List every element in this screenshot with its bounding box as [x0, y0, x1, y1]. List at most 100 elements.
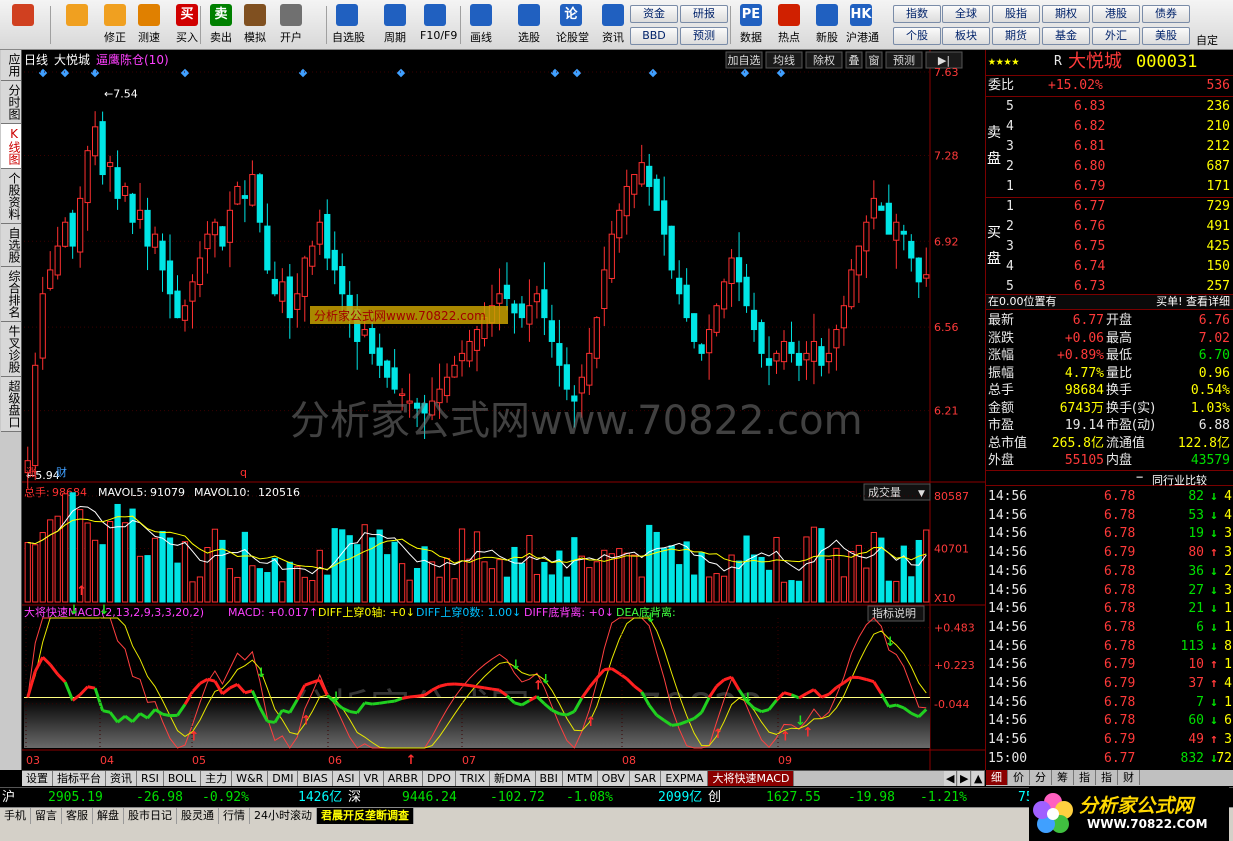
quick-button-11[interactable]: 板块: [942, 27, 990, 45]
expand-icon[interactable]: ▲: [972, 771, 986, 786]
quick-button-2[interactable]: BBD: [630, 27, 678, 45]
toolbar-button-9[interactable]: 周期: [380, 4, 410, 48]
news-headline[interactable]: 君晨开反垄断调查: [317, 808, 414, 824]
status-item-4[interactable]: 股市日记: [124, 808, 177, 824]
quick-button-10[interactable]: 个股: [893, 27, 941, 45]
event-label-finance[interactable]: 财: [56, 465, 67, 479]
quote-tab-2[interactable]: 分: [1030, 770, 1052, 785]
toolbar-button-8[interactable]: 自选股: [332, 4, 365, 48]
status-item-1[interactable]: 留言: [31, 808, 62, 824]
stat-value: 6.70: [1198, 348, 1230, 363]
indicator-tab-5[interactable]: 主力: [201, 771, 233, 786]
indicator-tab-11[interactable]: ARBR: [383, 771, 424, 786]
toolbar-button-15[interactable]: PE 数据: [736, 4, 766, 48]
quote-tab-6[interactable]: 财: [1118, 770, 1140, 785]
indicator-tab-1[interactable]: 指标平台: [53, 771, 106, 786]
quote-tab-5[interactable]: 指: [1096, 770, 1118, 785]
volume-bar: [578, 555, 585, 603]
left-tab-3[interactable]: 个股资料: [1, 169, 21, 224]
quote-tab-0[interactable]: 细: [986, 770, 1008, 785]
indicator-tab-10[interactable]: VR: [359, 771, 384, 786]
indicator-tab-13[interactable]: TRIX: [455, 771, 491, 786]
kline-chart-svg[interactable]: 日线 大悦城 逼鹰陈仓(10) 加自选 均线 除权叠窗预测 ▶|7.637.286.926.…: [22, 50, 985, 770]
scroll-right-icon[interactable]: ▶: [958, 771, 972, 786]
quick-button-0[interactable]: 资金: [630, 5, 678, 23]
quick-button-1[interactable]: 研报: [680, 5, 728, 23]
candle-body: [84, 150, 91, 204]
indicator-tab-8[interactable]: BIAS: [298, 771, 333, 786]
left-tab-4[interactable]: 自选股: [1, 224, 21, 267]
custom-button[interactable]: 自定: [1196, 32, 1218, 48]
quick-button-5[interactable]: 全球: [942, 5, 990, 23]
quick-button-9[interactable]: 债券: [1142, 5, 1190, 23]
toolbar-button-2[interactable]: 修正: [100, 4, 130, 48]
collapse-icon[interactable]: −: [1136, 470, 1143, 484]
quick-button-6[interactable]: 股指: [992, 5, 1040, 23]
indicator-tab-17[interactable]: OBV: [597, 771, 630, 786]
indicator-tab-16[interactable]: MTM: [562, 771, 598, 786]
buy-signal-arrow-icon: ↑: [406, 753, 417, 768]
indicator-tab-20[interactable]: 大将快速MACD: [708, 771, 795, 786]
indicator-tab-15[interactable]: BBI: [535, 771, 563, 786]
toolbar-button-0[interactable]: [8, 4, 38, 48]
candle-body: [264, 225, 271, 271]
indicator-tab-6[interactable]: W&R: [232, 771, 269, 786]
toolbar-button-12[interactable]: 选股: [514, 4, 544, 48]
indicator-tab-14[interactable]: 新DMA: [490, 771, 536, 786]
event-label-rise[interactable]: 涨: [26, 466, 37, 479]
volume-bar: [780, 581, 788, 603]
left-tab-6[interactable]: 牛叉诊股: [1, 322, 21, 377]
toolbar-button-4[interactable]: 买买入: [172, 4, 202, 48]
toolbar-button-6[interactable]: 模拟: [240, 4, 270, 48]
toolbar-button-5[interactable]: 卖卖出: [206, 4, 236, 48]
toolbar-button-10[interactable]: F10/F9: [420, 4, 457, 48]
indicator-tab-9[interactable]: ASI: [332, 771, 360, 786]
quick-button-8[interactable]: 港股: [1092, 5, 1140, 23]
indicator-tab-3[interactable]: RSI: [137, 771, 164, 786]
left-tab-5[interactable]: 综合排名: [1, 267, 21, 322]
event-label-q[interactable]: q: [240, 466, 247, 479]
quick-button-14[interactable]: 外汇: [1092, 27, 1140, 45]
toolbar-button-18[interactable]: HK 沪港通: [846, 4, 879, 48]
industry-compare-button[interactable]: 同行业比较: [1152, 472, 1207, 488]
toolbar-button-1[interactable]: [62, 4, 92, 48]
indicator-tab-7[interactable]: DMI: [268, 771, 299, 786]
quote-tab-3[interactable]: 筹: [1052, 770, 1074, 785]
left-tab-0[interactable]: 应用: [1, 50, 21, 81]
quick-button-4[interactable]: 指数: [893, 5, 941, 23]
quote-tab-4[interactable]: 指: [1074, 770, 1096, 785]
quick-button-15[interactable]: 美股: [1142, 27, 1190, 45]
left-tab-1[interactable]: 分时图: [1, 81, 21, 124]
toolbar-button-11[interactable]: 画线: [466, 4, 496, 48]
status-item-7[interactable]: 24小时滚动: [250, 808, 317, 824]
status-item-6[interactable]: 行情: [219, 808, 250, 824]
indicator-tab-19[interactable]: EXPMA: [661, 771, 709, 786]
toolbar-button-13[interactable]: 论论股堂: [556, 4, 589, 48]
status-item-0[interactable]: 手机: [0, 808, 31, 824]
indicator-tab-18[interactable]: SAR: [629, 771, 662, 786]
status-item-2[interactable]: 客服: [62, 808, 93, 824]
position-info-bar[interactable]: 在0.00位置有 买单! 查看详细: [986, 294, 1233, 310]
tick-price: 6.78: [1104, 507, 1136, 523]
toolbar-button-3[interactable]: 测速: [134, 4, 164, 48]
indicator-tab-2[interactable]: 资讯: [106, 771, 137, 786]
toolbar-button-14[interactable]: 资讯: [598, 4, 628, 48]
toolbar-button-16[interactable]: 热点: [774, 4, 804, 48]
quick-button-3[interactable]: 预测: [680, 27, 728, 45]
left-tab-2[interactable]: K线图: [1, 124, 21, 169]
volume-tick-label: 80587: [934, 490, 969, 503]
quote-tab-1[interactable]: 价: [1008, 770, 1030, 785]
indicator-tab-0[interactable]: 设置: [22, 771, 53, 786]
left-tab-7[interactable]: 超级盘口: [1, 377, 21, 432]
scroll-left-icon[interactable]: ◀: [944, 771, 958, 786]
status-item-3[interactable]: 解盘: [93, 808, 124, 824]
quick-button-13[interactable]: 基金: [1042, 27, 1090, 45]
toolbar-button-17[interactable]: 新股: [812, 4, 842, 48]
status-item-5[interactable]: 股灵通: [177, 808, 219, 824]
indicator-tab-4[interactable]: BOLL: [163, 771, 202, 786]
quick-button-7[interactable]: 期权: [1042, 5, 1090, 23]
position-detail-link[interactable]: 买单! 查看详细: [1156, 295, 1230, 309]
indicator-tab-12[interactable]: DPO: [423, 771, 456, 786]
quick-button-12[interactable]: 期货: [992, 27, 1040, 45]
toolbar-button-7[interactable]: 开户: [276, 4, 306, 48]
